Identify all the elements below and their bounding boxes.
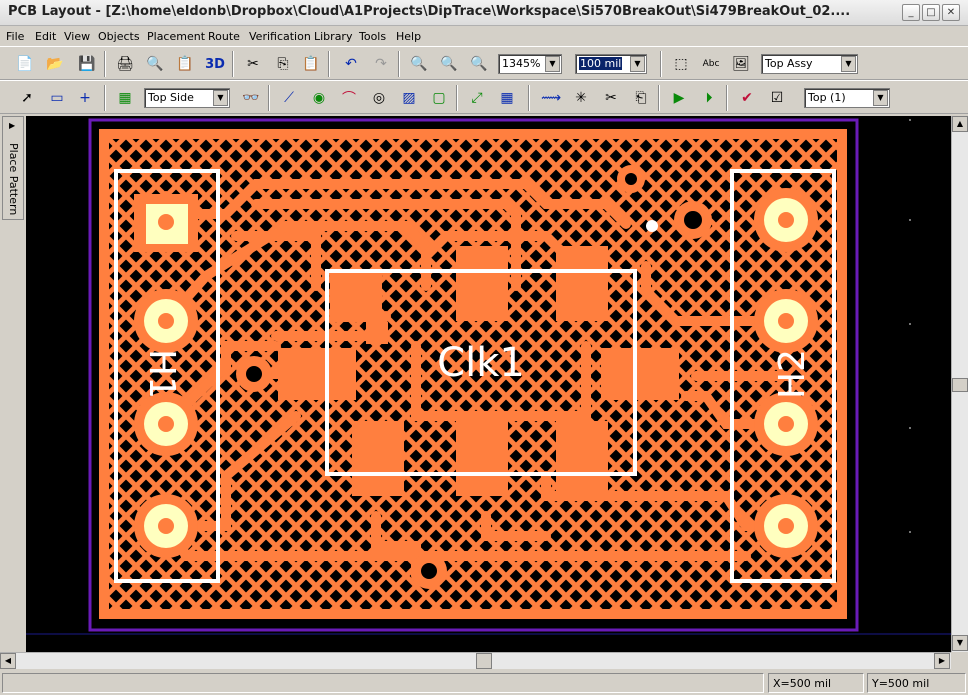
undo-icon[interactable]: ↶ xyxy=(340,53,362,75)
menu-tools[interactable]: Tools xyxy=(359,30,386,43)
via-icon[interactable]: ◉ xyxy=(308,87,330,109)
drc-settings-icon[interactable]: ☑ xyxy=(766,87,788,109)
vertical-scroll-thumb[interactable] xyxy=(952,378,968,392)
app-window: PCB Layout - [Z:\home\eldonb\Dropbox\Clo… xyxy=(0,0,968,695)
unroute-icon[interactable]: ✂ xyxy=(600,87,622,109)
signal-layer-value: Top (1) xyxy=(808,91,846,104)
text-icon[interactable]: Abc xyxy=(700,53,722,75)
new-file-icon[interactable]: 📄 xyxy=(14,53,36,75)
dimension-icon[interactable]: ⤢ xyxy=(466,87,488,109)
chevron-down-icon[interactable]: ▼ xyxy=(213,90,228,106)
pad-icon[interactable]: ◎ xyxy=(368,87,390,109)
run-icon[interactable]: ▶ xyxy=(668,87,690,109)
status-bar: X=500 mil Y=500 mil xyxy=(0,670,968,695)
zoom-fit-icon[interactable]: 🔍 xyxy=(468,53,490,75)
cut-icon[interactable]: ✂ xyxy=(242,53,264,75)
horizontal-scrollbar[interactable]: ◀ ▶ xyxy=(0,652,951,669)
title-bar: PCB Layout - [Z:\home\eldonb\Dropbox\Clo… xyxy=(0,0,968,26)
measure-icon[interactable]: ▭ xyxy=(46,87,68,109)
assembly-layer-value: Top Assy xyxy=(765,57,813,70)
side-combo[interactable]: Top Side ▼ xyxy=(144,88,230,108)
status-x-coordinate: X=500 mil xyxy=(768,673,864,693)
design-toolbar: ➚ ▭ + ▦ Top Side ▼ 👓 ⟋ ◉ ⌒ ◎ ▨ ▢ ⤢ ▦ ⟿ ✳… xyxy=(0,80,968,114)
image-icon[interactable]: 🖼 xyxy=(730,53,752,75)
drc-check-icon[interactable]: ✔ xyxy=(736,87,758,109)
component-icon[interactable]: ▦ xyxy=(114,87,136,109)
pointer-icon[interactable]: ➚ xyxy=(16,87,38,109)
place-pattern-label: Place Pattern xyxy=(7,143,20,216)
board-outline-icon[interactable]: ▢ xyxy=(428,87,450,109)
place-pattern-tab[interactable]: ▶ Place Pattern xyxy=(2,116,24,220)
menu-file[interactable]: File xyxy=(6,30,24,43)
print-preview-icon[interactable]: 🔍 xyxy=(144,53,166,75)
chevron-down-icon[interactable]: ▼ xyxy=(841,56,856,72)
horizontal-scroll-thumb[interactable] xyxy=(476,653,492,669)
grid-icon[interactable]: ▦ xyxy=(496,87,518,109)
autoroute-icon[interactable]: ⟿ xyxy=(540,87,562,109)
zoom-value: 1345% xyxy=(502,57,541,70)
scroll-down-icon[interactable]: ▼ xyxy=(952,635,968,651)
menu-verification[interactable]: Verification xyxy=(249,30,311,43)
arc-icon[interactable]: ⌒ xyxy=(338,87,360,109)
menu-help[interactable]: Help xyxy=(396,30,421,43)
layer-setup-icon[interactable]: ⬚ xyxy=(670,53,692,75)
clk1-designator: Clk1 xyxy=(437,340,525,386)
chevron-down-icon[interactable]: ▼ xyxy=(873,90,888,106)
save-icon[interactable]: 💾 xyxy=(76,53,98,75)
grid-combo[interactable]: 100 mil ▼ xyxy=(575,54,647,74)
status-message xyxy=(2,673,764,693)
menu-placement[interactable]: Placement xyxy=(147,30,205,43)
menu-edit[interactable]: Edit xyxy=(35,30,56,43)
main-toolbar: 📄 📂 💾 🖨 🔍 📋 3D ✂ ⎘ 📋 ↶ ↷ 🔍 🔍 🔍 1345% ▼ 1… xyxy=(0,46,968,80)
origin-icon[interactable]: + xyxy=(74,87,96,109)
status-y-coordinate: Y=500 mil xyxy=(867,673,966,693)
side-value: Top Side xyxy=(148,91,194,104)
scroll-up-icon[interactable]: ▲ xyxy=(952,116,968,132)
assembly-layer-combo[interactable]: Top Assy ▼ xyxy=(761,54,858,74)
run-options-icon[interactable]: ⏵ xyxy=(698,87,720,109)
redo-icon[interactable]: ↷ xyxy=(370,53,392,75)
pcb-canvas[interactable]: Clk1 H1 H2 xyxy=(26,116,951,652)
window-title: PCB Layout - [Z:\home\eldonb\Dropbox\Clo… xyxy=(8,4,851,19)
chevron-down-icon[interactable]: ▼ xyxy=(545,56,560,72)
report-icon[interactable]: 📋 xyxy=(174,53,196,75)
print-icon[interactable]: 🖨 xyxy=(114,53,136,75)
scroll-left-icon[interactable]: ◀ xyxy=(0,653,16,669)
grid-value: 100 mil xyxy=(579,57,623,70)
menu-bar: File Edit View Objects Placement Route V… xyxy=(0,27,968,46)
vertical-scrollbar[interactable]: ▲ ▼ xyxy=(951,116,968,652)
zoom-out-icon[interactable]: 🔍 xyxy=(438,53,460,75)
scroll-right-icon[interactable]: ▶ xyxy=(934,653,950,669)
maximize-button[interactable]: □ xyxy=(922,4,940,21)
open-folder-icon[interactable]: 📂 xyxy=(44,53,66,75)
find-icon[interactable]: 👓 xyxy=(240,87,262,109)
menu-route[interactable]: Route xyxy=(208,30,240,43)
paste-icon[interactable]: 📋 xyxy=(300,53,322,75)
h1-designator: H1 xyxy=(141,349,182,399)
zoom-combo[interactable]: 1345% ▼ xyxy=(498,54,562,74)
signal-layer-combo[interactable]: Top (1) ▼ xyxy=(804,88,890,108)
h2-designator: H2 xyxy=(772,349,813,399)
menu-view[interactable]: View xyxy=(64,30,90,43)
menu-library[interactable]: Library xyxy=(314,30,352,43)
chevron-right-icon: ▶ xyxy=(9,121,16,130)
menu-objects[interactable]: Objects xyxy=(98,30,140,43)
chevron-down-icon[interactable]: ▼ xyxy=(630,56,645,72)
route-options-icon[interactable]: ✳ xyxy=(570,87,592,109)
3d-view-button[interactable]: 3D xyxy=(204,53,226,75)
copy-icon[interactable]: ⎘ xyxy=(272,53,294,75)
close-button[interactable]: ✕ xyxy=(942,4,960,21)
pcb-drawing: Clk1 H1 H2 xyxy=(26,118,951,635)
fanout-icon[interactable]: ⎗ xyxy=(630,87,652,109)
copper-pour-icon[interactable]: ▨ xyxy=(398,87,420,109)
grid-dots xyxy=(909,119,911,533)
minimize-button[interactable]: _ xyxy=(902,4,920,21)
route-wire-icon[interactable]: ⟋ xyxy=(278,87,300,109)
zoom-in-icon[interactable]: 🔍 xyxy=(408,53,430,75)
